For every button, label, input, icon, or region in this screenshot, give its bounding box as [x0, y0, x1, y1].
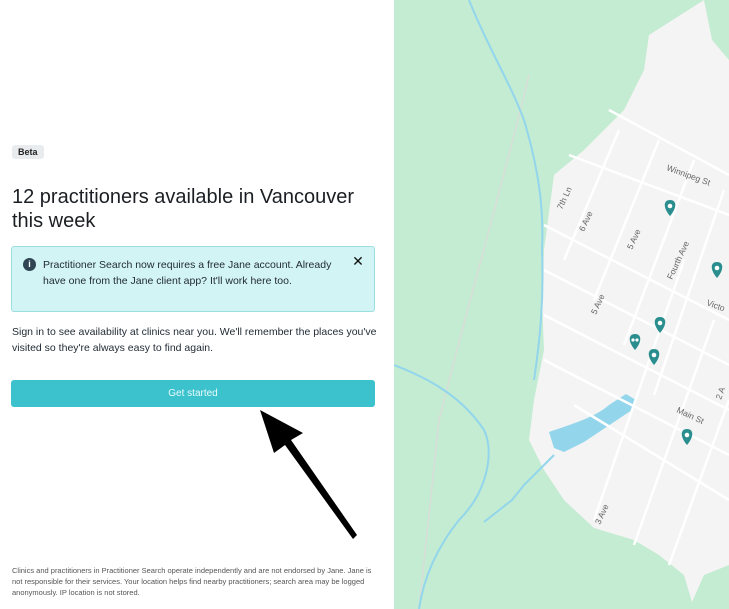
beta-badge: Beta: [12, 145, 44, 159]
info-icon: i: [23, 258, 36, 271]
close-icon[interactable]: ✕: [351, 254, 365, 268]
search-panel: Beta 12 practitioners available in Vanco…: [0, 0, 394, 609]
pointer-arrow-icon: [260, 410, 357, 539]
disclaimer: Clinics and practitioners in Practitione…: [12, 566, 372, 597]
account-notice: i Practitioner Search now requires a fre…: [11, 246, 375, 312]
map-canvas[interactable]: Winnipeg St 7th Ln 6 Ave 5 Ave Fourth Av…: [394, 0, 729, 609]
get-started-button[interactable]: Get started: [11, 380, 375, 407]
map[interactable]: Winnipeg St 7th Ln 6 Ave 5 Ave Fourth Av…: [394, 0, 729, 609]
page-title: 12 practitioners available in Vancouver …: [12, 186, 355, 232]
sign-in-description: Sign in to see availability at clinics n…: [12, 326, 377, 354]
notice-text: Practitioner Search now requires a free …: [43, 259, 332, 287]
